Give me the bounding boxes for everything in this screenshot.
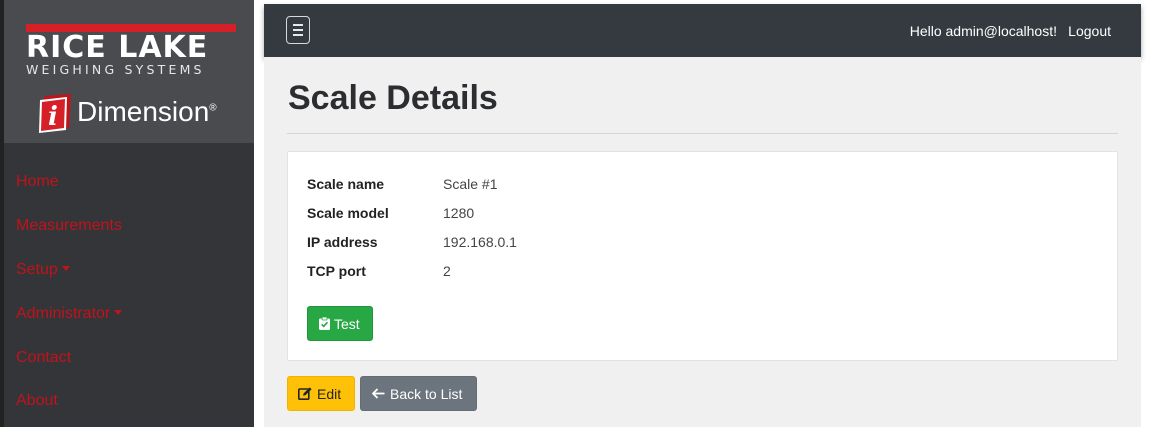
caret-down-icon: [114, 310, 123, 315]
product-name: Dimension®: [77, 96, 217, 128]
test-button[interactable]: Test: [307, 306, 373, 341]
company-tagline: WEIGHING SYSTEMS: [26, 62, 205, 77]
clipboard-check-icon: [319, 317, 330, 330]
detail-row-ip-address: IP address 192.168.0.1: [307, 234, 707, 254]
sidebar-item-label: About: [16, 392, 58, 409]
menu-toggle-button[interactable]: [286, 16, 310, 44]
sidebar-item-about[interactable]: About: [16, 392, 58, 416]
sidebar: RICE LAKE WEIGHING SYSTEMS i Dimension® …: [4, 0, 254, 427]
dimension-logo-letter: i: [48, 102, 58, 132]
app-window: RICE LAKE WEIGHING SYSTEMS i Dimension® …: [0, 0, 1151, 427]
sidebar-item-contact[interactable]: Contact: [16, 349, 71, 373]
main-content: Scale Details Scale name Scale #1 Scale …: [264, 57, 1141, 427]
logout-link[interactable]: Logout: [1068, 23, 1111, 39]
detail-value: 2: [443, 263, 451, 279]
hamburger-menu-icon: [293, 34, 303, 36]
trademark-mark: ®: [209, 102, 217, 114]
test-button-label: Test: [334, 316, 360, 332]
detail-row-tcp-port: TCP port 2: [307, 263, 707, 283]
sidebar-item-administrator[interactable]: Administrator: [16, 305, 123, 329]
title-divider: [287, 133, 1118, 134]
detail-label: IP address: [307, 234, 378, 250]
sidebar-item-setup[interactable]: Setup: [16, 261, 70, 285]
product-name-text: Dimension: [77, 96, 210, 127]
hamburger-menu-icon: [293, 29, 303, 31]
details-card: Scale name Scale #1 Scale model 1280 IP …: [287, 151, 1118, 361]
dimension-logo-icon: i: [39, 94, 71, 133]
top-navbar: Hello admin@localhost! Logout: [264, 4, 1141, 57]
sidebar-item-label: Setup: [16, 261, 58, 278]
sidebar-item-label: Administrator: [16, 305, 111, 322]
back-button-label: Back to List: [390, 386, 463, 402]
hamburger-menu-icon: [293, 24, 303, 26]
detail-label: Scale name: [307, 176, 385, 192]
sidebar-item-label: Home: [16, 173, 59, 190]
edit-button-label: Edit: [317, 386, 342, 402]
arrow-left-icon: [372, 388, 385, 399]
back-to-list-button[interactable]: Back to List: [360, 376, 477, 411]
sidebar-item-label: Measurements: [16, 217, 122, 234]
detail-row-scale-name: Scale name Scale #1: [307, 176, 707, 196]
edit-button[interactable]: Edit: [287, 376, 355, 411]
caret-down-icon: [61, 266, 70, 271]
sidebar-item-home[interactable]: Home: [16, 173, 59, 197]
edit-icon: [298, 387, 312, 400]
detail-label: TCP port: [307, 263, 366, 279]
brand-header: RICE LAKE WEIGHING SYSTEMS i Dimension®: [4, 0, 254, 143]
detail-label: Scale model: [307, 205, 389, 221]
sidebar-item-label: Contact: [16, 349, 72, 366]
sidebar-item-measurements[interactable]: Measurements: [16, 217, 122, 241]
company-logo-text: RICE LAKE: [26, 30, 209, 65]
detail-value: 1280: [443, 205, 475, 221]
user-greeting: Hello admin@localhost!: [909, 23, 1057, 39]
detail-value: 192.168.0.1: [443, 234, 517, 250]
detail-value: Scale #1: [443, 176, 498, 192]
detail-row-scale-model: Scale model 1280: [307, 205, 707, 225]
page-title: Scale Details: [288, 79, 498, 117]
